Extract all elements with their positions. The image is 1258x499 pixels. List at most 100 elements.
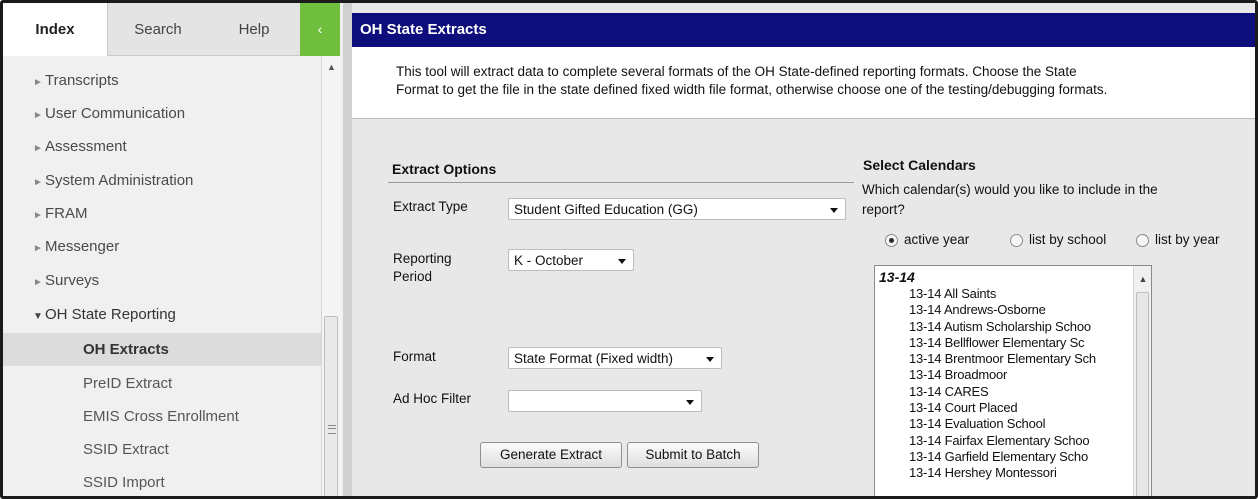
chevron-right-icon: ►	[33, 77, 43, 88]
caret-down-icon	[830, 208, 838, 213]
list-item[interactable]: 13-14 All Saints	[909, 286, 1096, 302]
sidebar-item-transcripts[interactable]: ► Transcripts	[3, 64, 321, 97]
sidebar-item-oh-state-reporting[interactable]: ▼ OH State Reporting	[3, 298, 321, 331]
ad-hoc-filter-select[interactable]	[508, 390, 702, 412]
sidebar-item-label: System Administration	[45, 172, 194, 189]
radio-list-by-year-label: list by year	[1155, 232, 1220, 247]
list-item[interactable]: 13-14 Autism Scholarship Schoo	[909, 319, 1096, 335]
extract-options-divider	[388, 182, 854, 183]
calendar-listbox[interactable]: 13-14 13-14 All Saints 13-14 Andrews-Osb…	[874, 265, 1152, 496]
scroll-up-icon[interactable]: ▲	[322, 62, 341, 72]
tab-search[interactable]: Search	[108, 3, 208, 56]
list-item[interactable]: 13-14 CARES	[909, 384, 1096, 400]
chevron-right-icon: ►	[33, 210, 43, 221]
ad-hoc-filter-label: Ad Hoc Filter	[393, 391, 472, 406]
sidebar-item-user-communication[interactable]: ► User Communication	[3, 97, 321, 130]
extract-type-label: Extract Type	[393, 199, 468, 214]
radio-list-by-year[interactable]: list by year	[1136, 231, 1220, 249]
chevron-right-icon: ►	[33, 110, 43, 121]
tab-help[interactable]: Help	[208, 3, 300, 56]
sidebar-subitem-ssid-extract[interactable]: SSID Extract	[3, 433, 321, 466]
collapse-sidebar-button[interactable]: ‹	[300, 3, 340, 56]
radio-list-by-school[interactable]: list by school	[1010, 231, 1106, 249]
sidebar-item-surveys[interactable]: ► Surveys	[3, 264, 321, 297]
radio-list-by-school-label: list by school	[1029, 232, 1107, 247]
sidebar-item-system-administration[interactable]: ► System Administration	[3, 164, 321, 197]
chevron-right-icon: ►	[33, 277, 43, 288]
sidebar-item-assessment[interactable]: ► Assessment	[3, 130, 321, 163]
reporting-period-value: K - October	[514, 253, 584, 268]
chevron-down-icon: ▼	[33, 311, 43, 322]
format-label: Format	[393, 349, 436, 364]
grip-icon	[328, 425, 336, 434]
sidebar-item-label: FRAM	[45, 205, 88, 222]
reporting-period-select[interactable]: K - October	[508, 249, 634, 271]
list-item[interactable]: 13-14 Court Placed	[909, 400, 1096, 416]
extract-type-value: Student Gifted Education (GG)	[514, 202, 698, 217]
sidebar-subitem-preid-extract[interactable]: PreID Extract	[3, 367, 321, 400]
radio-unselected-icon[interactable]	[1010, 234, 1023, 247]
tool-description: This tool will extract data to complete …	[352, 47, 1255, 119]
extract-type-select[interactable]: Student Gifted Education (GG)	[508, 198, 846, 220]
sidebar-scroll-thumb[interactable]	[324, 316, 338, 496]
description-line-1: This tool will extract data to complete …	[396, 64, 1077, 79]
calendar-question: Which calendar(s) would you like to incl…	[862, 180, 1242, 220]
list-item[interactable]: 13-14 Brentmoor Elementary Sch	[909, 351, 1096, 367]
chevron-right-icon: ►	[33, 143, 43, 154]
select-calendars-heading: Select Calendars	[863, 157, 976, 173]
format-select[interactable]: State Format (Fixed width)	[508, 347, 722, 369]
sidebar-item-fram[interactable]: ► FRAM	[3, 197, 321, 230]
sidebar-item-label: Surveys	[45, 272, 100, 289]
list-item[interactable]: 13-14 Evaluation School	[909, 416, 1096, 432]
sidebar-item-messenger[interactable]: ► Messenger	[3, 230, 321, 263]
scroll-up-icon[interactable]: ▲	[1134, 274, 1151, 284]
list-item[interactable]: 13-14 Bellflower Elementary Sc	[909, 335, 1096, 351]
calendar-group-label: 13-14	[879, 269, 915, 285]
chevron-right-icon: ►	[33, 243, 43, 254]
radio-active-year-label: active year	[904, 232, 970, 247]
app-window: Index Search Help ‹ ► Transcripts ► User C…	[0, 0, 1258, 499]
radio-active-year[interactable]: active year	[885, 231, 969, 249]
sidebar-subitem-oh-extracts[interactable]: OH Extracts	[3, 333, 321, 366]
sidebar-item-label: Assessment	[45, 138, 127, 155]
list-item[interactable]: 13-14 Hershey Montessori	[909, 465, 1096, 481]
calendar-list: 13-14 All Saints 13-14 Andrews-Osborne 1…	[909, 286, 1096, 482]
calendar-list-scroll-thumb[interactable]	[1136, 292, 1149, 496]
sidebar-item-label: User Communication	[45, 105, 186, 122]
sidebar-item-label: OH State Reporting	[45, 306, 176, 323]
list-item[interactable]: 13-14 Garfield Elementary Scho	[909, 449, 1096, 465]
generate-extract-button[interactable]: Generate Extract	[480, 442, 622, 468]
list-item[interactable]: 13-14 Fairfax Elementary Schoo	[909, 433, 1096, 449]
format-value: State Format (Fixed width)	[514, 351, 674, 366]
reporting-period-label-line-1: Reporting	[393, 251, 452, 266]
submit-to-batch-button[interactable]: Submit to Batch	[627, 442, 759, 468]
radio-selected-icon[interactable]	[885, 234, 898, 247]
sidebar-subitem-emis-cross-enrollment[interactable]: EMIS Cross Enrollment	[3, 400, 321, 433]
caret-down-icon	[618, 259, 626, 264]
chevron-left-icon: ‹	[317, 21, 323, 37]
calendar-question-line-2: report?	[862, 202, 905, 217]
calendar-question-line-1: Which calendar(s) would you like to incl…	[862, 182, 1158, 197]
sidebar-subitem-ssid-import[interactable]: SSID Import	[3, 466, 321, 496]
description-line-2: Format to get the file in the state defi…	[396, 82, 1108, 97]
calendar-list-scrollbar[interactable]: ▲	[1133, 266, 1151, 496]
radio-unselected-icon[interactable]	[1136, 234, 1149, 247]
tab-index[interactable]: Index	[3, 3, 108, 56]
page-title: OH State Extracts	[352, 13, 1255, 47]
sidebar-tabs: Index Search Help ‹	[3, 3, 343, 56]
main-panel: OH State Extracts This tool will extract…	[352, 3, 1255, 496]
description-text: This tool will extract data to complete …	[396, 63, 1236, 99]
reporting-period-label: Reporting Period	[393, 250, 452, 286]
caret-down-icon	[706, 357, 714, 362]
chevron-right-icon: ►	[33, 177, 43, 188]
sidebar-item-label: Messenger	[45, 238, 120, 255]
sidebar: Index Search Help ‹ ► Transcripts ► User C…	[3, 3, 344, 496]
sidebar-divider	[343, 3, 352, 496]
reporting-period-label-line-2: Period	[393, 269, 433, 284]
sidebar-item-label: Transcripts	[45, 72, 119, 89]
sidebar-scrollbar[interactable]: ▲	[321, 56, 341, 496]
caret-down-icon	[686, 400, 694, 405]
sidebar-menu: ► Transcripts ► User Communication ► Assess…	[3, 56, 321, 496]
list-item[interactable]: 13-14 Broadmoor	[909, 367, 1096, 383]
list-item[interactable]: 13-14 Andrews-Osborne	[909, 302, 1096, 318]
